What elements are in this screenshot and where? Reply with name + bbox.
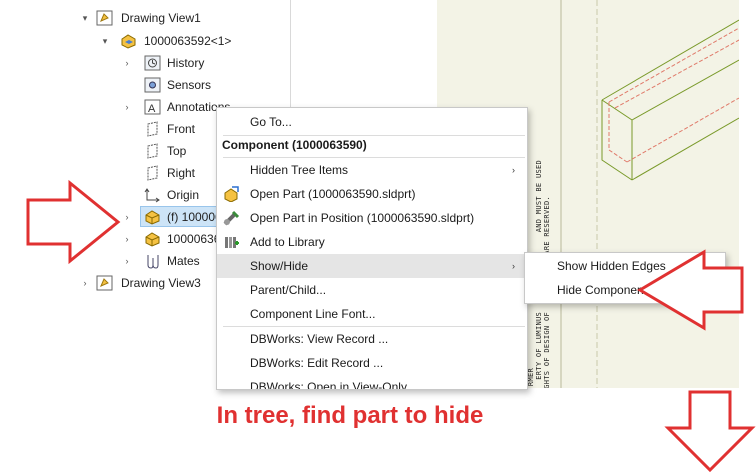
right-arrow-icon (26, 179, 121, 265)
left-arrow-icon (637, 249, 744, 331)
instruction-caption: In tree, find part to hide (216, 402, 484, 429)
